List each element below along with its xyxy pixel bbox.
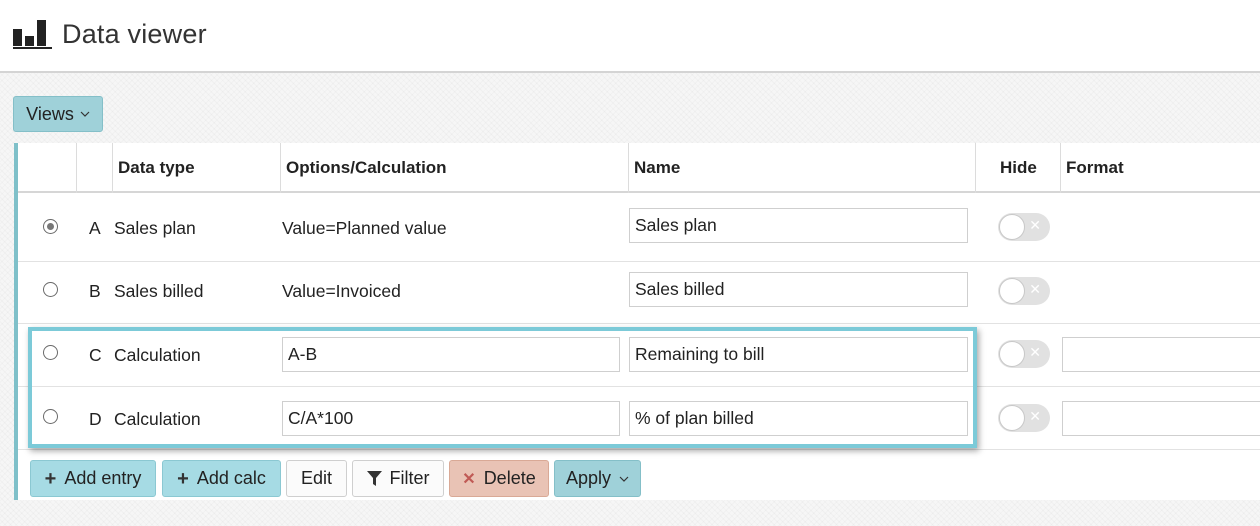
toggle-off-icon: ✕	[1029, 408, 1041, 424]
row-d-data-type: Calculation	[114, 409, 201, 429]
row-b-options: Value=Invoiced	[282, 281, 401, 301]
row-divider	[18, 449, 1260, 450]
header-data-type[interactable]: Data type	[118, 158, 195, 178]
edit-button[interactable]: Edit	[286, 460, 347, 497]
add-entry-label: Add entry	[64, 468, 142, 488]
table-header: Data type Options/Calculation Name Hide …	[18, 143, 1260, 193]
edit-label: Edit	[300, 468, 333, 488]
row-c-radio[interactable]	[43, 345, 58, 360]
toggle-knob	[999, 405, 1025, 431]
row-d-radio[interactable]	[43, 409, 58, 424]
column-divider	[112, 143, 113, 193]
delete-label: Delete	[483, 468, 536, 488]
row-c-data-type: Calculation	[114, 345, 201, 365]
header-options-calculation[interactable]: Options/Calculation	[286, 158, 447, 178]
views-button[interactable]: Views	[13, 96, 103, 132]
row-b-data-type: Sales billed	[114, 281, 204, 301]
row-d-letter: D	[89, 409, 102, 429]
row-d-name-input[interactable]	[629, 401, 968, 436]
row-c-letter: C	[89, 345, 102, 365]
column-divider	[628, 143, 629, 193]
row-a-options: Value=Planned value	[282, 218, 447, 238]
filter-label: Filter	[389, 468, 430, 488]
delete-button[interactable]: ✕ Delete	[449, 460, 549, 497]
header-name[interactable]: Name	[634, 158, 680, 178]
row-a-radio[interactable]	[43, 219, 58, 234]
add-calc-label: Add calc	[196, 468, 266, 488]
add-entry-button[interactable]: + Add entry	[30, 460, 156, 497]
app-title: Data viewer	[62, 19, 207, 49]
column-divider	[280, 143, 281, 193]
row-a-hide-toggle[interactable]: ✕	[998, 213, 1050, 241]
apply-button[interactable]: Apply	[554, 460, 641, 497]
plus-icon: +	[44, 467, 57, 490]
filter-button[interactable]: Filter	[352, 460, 444, 497]
column-divider	[1060, 143, 1061, 193]
apply-label: Apply	[565, 468, 612, 488]
views-button-label: Views	[26, 103, 74, 124]
row-a-letter: A	[89, 218, 101, 238]
row-a-name-input[interactable]	[629, 208, 968, 243]
data-table-panel: Data type Options/Calculation Name Hide …	[14, 143, 1260, 500]
row-d-format-input[interactable]	[1062, 401, 1260, 436]
plus-icon: +	[177, 467, 189, 490]
row-b-name-input[interactable]	[629, 272, 968, 307]
toggle-knob	[999, 214, 1025, 240]
chevron-down-icon	[80, 111, 90, 117]
row-b-radio[interactable]	[43, 282, 58, 297]
column-divider	[975, 143, 976, 193]
toggle-off-icon: ✕	[1029, 344, 1041, 360]
row-b-letter: B	[89, 281, 101, 301]
chevron-down-icon	[619, 476, 629, 482]
row-c-format-input[interactable]	[1062, 337, 1260, 372]
app-header: Data viewer	[0, 0, 1260, 73]
column-divider	[76, 143, 77, 193]
toggle-off-icon: ✕	[1029, 281, 1041, 297]
row-divider	[18, 386, 1260, 387]
row-d-calculation-input[interactable]	[282, 401, 620, 436]
row-c-name-input[interactable]	[629, 337, 968, 372]
row-a-data-type: Sales plan	[114, 218, 196, 238]
header-hide[interactable]: Hide	[1000, 158, 1037, 178]
toggle-off-icon: ✕	[1029, 217, 1041, 233]
row-divider	[18, 323, 1260, 324]
toggle-knob	[999, 341, 1025, 367]
toggle-knob	[999, 278, 1025, 304]
row-c-hide-toggle[interactable]: ✕	[998, 340, 1050, 368]
funnel-icon	[366, 470, 382, 486]
row-divider	[18, 261, 1260, 262]
row-b-hide-toggle[interactable]: ✕	[998, 277, 1050, 305]
row-d-hide-toggle[interactable]: ✕	[998, 404, 1050, 432]
add-calc-button[interactable]: + Add calc	[162, 460, 281, 497]
bar-chart-icon	[13, 20, 52, 49]
header-format[interactable]: Format	[1066, 158, 1124, 178]
close-icon: ✕	[462, 470, 476, 488]
row-c-calculation-input[interactable]	[282, 337, 620, 372]
